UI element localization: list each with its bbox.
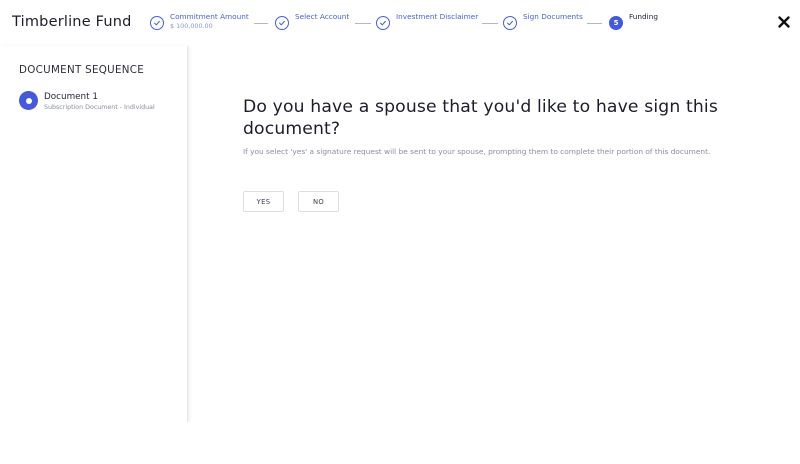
step-number-badge: 5 xyxy=(609,16,623,30)
check-icon xyxy=(376,16,390,30)
check-icon xyxy=(503,16,517,30)
commitment-amount-value: $ 100,000.00 xyxy=(170,22,213,30)
step-funding[interactable]: 5 Funding xyxy=(609,12,658,30)
step-commitment-amount[interactable]: Commitment Amount $ 100,000.00 xyxy=(150,12,249,31)
main-content: Do you have a spouse that you'd like to … xyxy=(189,46,800,422)
yes-button[interactable]: YES xyxy=(243,191,284,212)
document-list-item[interactable]: Document 1 Subscription Document - Indiv… xyxy=(19,91,184,115)
step-connector xyxy=(355,23,371,24)
step-label: Select Account xyxy=(295,12,350,21)
step-label: Funding xyxy=(629,12,658,21)
document-subtitle: Subscription Document - Individual xyxy=(44,104,155,111)
check-icon xyxy=(275,16,289,30)
document-sequence-sidebar: DOCUMENT SEQUENCE Document 1 Subscriptio… xyxy=(0,46,188,422)
radio-selected-icon xyxy=(19,91,38,110)
footer-area xyxy=(0,422,800,464)
step-label: Sign Documents xyxy=(523,12,583,21)
step-label: Commitment Amount xyxy=(170,12,249,21)
step-sign-documents[interactable]: Sign Documents xyxy=(503,12,583,30)
fund-title: Timberline Fund xyxy=(12,14,132,30)
sidebar-title: DOCUMENT SEQUENCE xyxy=(19,64,145,76)
step-connector xyxy=(482,23,498,24)
step-label: Investment Disclaimer xyxy=(396,12,479,21)
step-connector xyxy=(587,23,602,24)
spouse-question-heading: Do you have a spouse that you'd like to … xyxy=(243,97,718,139)
document-name: Document 1 xyxy=(44,92,98,102)
check-icon xyxy=(150,16,164,30)
header: Timberline Fund Commitment Amount $ 100,… xyxy=(0,0,800,46)
step-select-account[interactable]: Select Account xyxy=(275,12,349,30)
step-investment-disclaimer[interactable]: Investment Disclaimer xyxy=(376,12,478,30)
no-button[interactable]: NO xyxy=(298,191,339,212)
spouse-question-description: If you select 'yes' a signature request … xyxy=(243,147,711,156)
close-icon[interactable] xyxy=(776,14,792,30)
step-connector xyxy=(254,23,268,24)
